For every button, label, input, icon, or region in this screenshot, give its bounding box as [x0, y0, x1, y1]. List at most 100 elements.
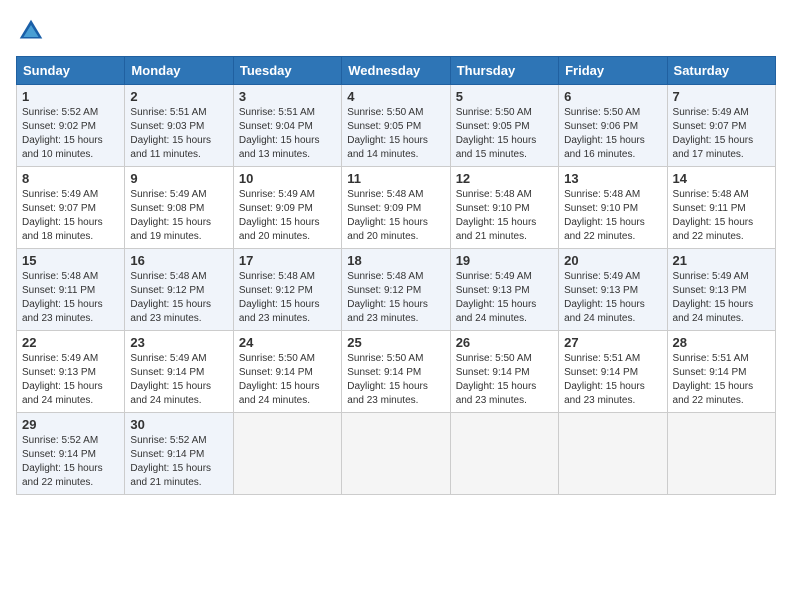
calendar-cell: 21Sunrise: 5:49 AM Sunset: 9:13 PM Dayli…	[667, 249, 775, 331]
calendar-cell: 4Sunrise: 5:50 AM Sunset: 9:05 PM Daylig…	[342, 85, 450, 167]
day-info: Sunrise: 5:50 AM Sunset: 9:05 PM Dayligh…	[347, 106, 444, 162]
day-info: Sunrise: 5:49 AM Sunset: 9:07 PM Dayligh…	[673, 106, 770, 162]
calendar-cell: 13 Sunrise: 5:48 AM Sunset: 9:10 PM Dayli…	[559, 167, 667, 249]
day-info: Sunrise: 5:48 AM Sunset: 9:12 PM Dayligh…	[130, 270, 227, 326]
day-number: 18	[347, 253, 444, 268]
calendar-header-friday: Friday	[559, 57, 667, 85]
calendar-cell: 30 Sunrise: 5:52 AM Sunset: 9:14 PM Dayli…	[125, 413, 233, 495]
calendar-week-row: 22Sunrise: 5:49 AM Sunset: 9:13 PM Dayli…	[17, 331, 776, 413]
calendar-cell: 23Sunrise: 5:49 AM Sunset: 9:14 PM Dayli…	[125, 331, 233, 413]
calendar-cell: 28 Sunrise: 5:51 AM Sunset: 9:14 PM Dayli…	[667, 331, 775, 413]
calendar-cell: 1Sunrise: 5:52 AM Sunset: 9:02 PM Daylig…	[17, 85, 125, 167]
day-number: 30	[130, 417, 227, 432]
day-number: 7	[673, 89, 770, 104]
calendar-cell: 9 Sunrise: 5:49 AM Sunset: 9:08 PM Daylig…	[125, 167, 233, 249]
day-number: 8	[22, 171, 119, 186]
day-info: Sunrise: 5:48 AM Sunset: 9:11 PM Dayligh…	[673, 188, 770, 244]
day-number: 12	[456, 171, 553, 186]
day-info: Sunrise: 5:49 AM Sunset: 9:13 PM Dayligh…	[456, 270, 553, 326]
day-info: Sunrise: 5:49 AM Sunset: 9:07 PM Dayligh…	[22, 188, 119, 244]
calendar-cell	[559, 413, 667, 495]
calendar-header-sunday: Sunday	[17, 57, 125, 85]
day-number: 17	[239, 253, 336, 268]
calendar-cell: 18 Sunrise: 5:48 AM Sunset: 9:12 PM Dayli…	[342, 249, 450, 331]
day-number: 9	[130, 171, 227, 186]
day-number: 19	[456, 253, 553, 268]
day-number: 23	[130, 335, 227, 350]
day-info: Sunrise: 5:51 AM Sunset: 9:14 PM Dayligh…	[564, 352, 661, 408]
day-info: Sunrise: 5:48 AM Sunset: 9:12 PM Dayligh…	[347, 270, 444, 326]
day-number: 15	[22, 253, 119, 268]
day-number: 3	[239, 89, 336, 104]
calendar-cell: 2Sunrise: 5:51 AM Sunset: 9:03 PM Daylig…	[125, 85, 233, 167]
calendar-cell: 27Sunrise: 5:51 AM Sunset: 9:14 PM Dayli…	[559, 331, 667, 413]
day-number: 1	[22, 89, 119, 104]
calendar-cell	[233, 413, 341, 495]
calendar-week-row: 15 Sunrise: 5:48 AM Sunset: 9:11 PM Dayli…	[17, 249, 776, 331]
day-number: 22	[22, 335, 119, 350]
day-info: Sunrise: 5:48 AM Sunset: 9:10 PM Dayligh…	[564, 188, 661, 244]
calendar-header-thursday: Thursday	[450, 57, 558, 85]
calendar-cell: 15 Sunrise: 5:48 AM Sunset: 9:11 PM Dayli…	[17, 249, 125, 331]
day-info: Sunrise: 5:52 AM Sunset: 9:14 PM Dayligh…	[22, 434, 119, 490]
day-number: 28	[673, 335, 770, 350]
calendar-cell: 19 Sunrise: 5:49 AM Sunset: 9:13 PM Dayli…	[450, 249, 558, 331]
calendar-cell: 16 Sunrise: 5:48 AM Sunset: 9:12 PM Dayli…	[125, 249, 233, 331]
calendar-header-saturday: Saturday	[667, 57, 775, 85]
calendar-cell: 14 Sunrise: 5:48 AM Sunset: 9:11 PM Dayli…	[667, 167, 775, 249]
day-number: 13	[564, 171, 661, 186]
logo	[16, 16, 48, 46]
day-info: Sunrise: 5:51 AM Sunset: 9:14 PM Dayligh…	[673, 352, 770, 408]
day-info: Sunrise: 5:50 AM Sunset: 9:05 PM Dayligh…	[456, 106, 553, 162]
calendar-cell: 25 Sunrise: 5:50 AM Sunset: 9:14 PM Dayli…	[342, 331, 450, 413]
day-number: 25	[347, 335, 444, 350]
day-info: Sunrise: 5:52 AM Sunset: 9:14 PM Dayligh…	[130, 434, 227, 490]
day-number: 5	[456, 89, 553, 104]
calendar-week-row: 1Sunrise: 5:52 AM Sunset: 9:02 PM Daylig…	[17, 85, 776, 167]
calendar-cell: 5 Sunrise: 5:50 AM Sunset: 9:05 PM Daylig…	[450, 85, 558, 167]
day-number: 2	[130, 89, 227, 104]
day-info: Sunrise: 5:49 AM Sunset: 9:08 PM Dayligh…	[130, 188, 227, 244]
calendar-cell: 6 Sunrise: 5:50 AM Sunset: 9:06 PM Daylig…	[559, 85, 667, 167]
day-number: 29	[22, 417, 119, 432]
calendar-cell: 8 Sunrise: 5:49 AM Sunset: 9:07 PM Daylig…	[17, 167, 125, 249]
day-info: Sunrise: 5:48 AM Sunset: 9:11 PM Dayligh…	[22, 270, 119, 326]
calendar-header-tuesday: Tuesday	[233, 57, 341, 85]
calendar-cell: 7 Sunrise: 5:49 AM Sunset: 9:07 PM Daylig…	[667, 85, 775, 167]
day-info: Sunrise: 5:48 AM Sunset: 9:10 PM Dayligh…	[456, 188, 553, 244]
day-info: Sunrise: 5:49 AM Sunset: 9:09 PM Dayligh…	[239, 188, 336, 244]
calendar-cell	[342, 413, 450, 495]
logo-icon	[16, 16, 46, 46]
day-number: 16	[130, 253, 227, 268]
day-info: Sunrise: 5:50 AM Sunset: 9:14 PM Dayligh…	[347, 352, 444, 408]
calendar-cell: 12 Sunrise: 5:48 AM Sunset: 9:10 PM Dayli…	[450, 167, 558, 249]
calendar-header-row: SundayMondayTuesdayWednesdayThursdayFrid…	[17, 57, 776, 85]
calendar-cell: 24Sunrise: 5:50 AM Sunset: 9:14 PM Dayli…	[233, 331, 341, 413]
day-number: 10	[239, 171, 336, 186]
calendar-cell: 22Sunrise: 5:49 AM Sunset: 9:13 PM Dayli…	[17, 331, 125, 413]
calendar-cell: 20 Sunrise: 5:49 AM Sunset: 9:13 PM Dayli…	[559, 249, 667, 331]
day-number: 11	[347, 171, 444, 186]
calendar-cell: 29 Sunrise: 5:52 AM Sunset: 9:14 PM Dayli…	[17, 413, 125, 495]
day-number: 6	[564, 89, 661, 104]
day-info: Sunrise: 5:49 AM Sunset: 9:13 PM Dayligh…	[564, 270, 661, 326]
calendar-table: SundayMondayTuesdayWednesdayThursdayFrid…	[16, 56, 776, 495]
day-info: Sunrise: 5:48 AM Sunset: 9:12 PM Dayligh…	[239, 270, 336, 326]
calendar-cell: 26Sunrise: 5:50 AM Sunset: 9:14 PM Dayli…	[450, 331, 558, 413]
calendar-cell: 17 Sunrise: 5:48 AM Sunset: 9:12 PM Dayli…	[233, 249, 341, 331]
calendar-cell	[667, 413, 775, 495]
calendar-header-monday: Monday	[125, 57, 233, 85]
day-info: Sunrise: 5:49 AM Sunset: 9:13 PM Dayligh…	[673, 270, 770, 326]
day-info: Sunrise: 5:51 AM Sunset: 9:04 PM Dayligh…	[239, 106, 336, 162]
calendar-week-row: 29 Sunrise: 5:52 AM Sunset: 9:14 PM Dayli…	[17, 413, 776, 495]
page-header	[16, 16, 776, 46]
day-info: Sunrise: 5:50 AM Sunset: 9:14 PM Dayligh…	[239, 352, 336, 408]
day-number: 14	[673, 171, 770, 186]
calendar-cell: 11Sunrise: 5:48 AM Sunset: 9:09 PM Dayli…	[342, 167, 450, 249]
calendar-cell: 10 Sunrise: 5:49 AM Sunset: 9:09 PM Dayli…	[233, 167, 341, 249]
calendar-header-wednesday: Wednesday	[342, 57, 450, 85]
day-info: Sunrise: 5:50 AM Sunset: 9:06 PM Dayligh…	[564, 106, 661, 162]
day-number: 20	[564, 253, 661, 268]
calendar-cell: 3 Sunrise: 5:51 AM Sunset: 9:04 PM Daylig…	[233, 85, 341, 167]
day-number: 26	[456, 335, 553, 350]
